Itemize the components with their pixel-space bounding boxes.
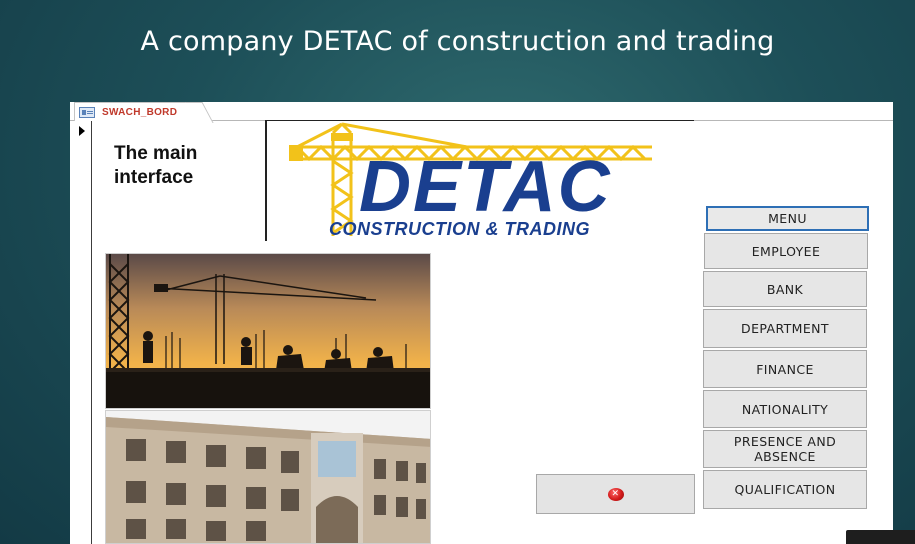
close-circle-icon: ✕: [607, 487, 624, 501]
current-record-arrow-icon: [79, 126, 85, 136]
bank-button[interactable]: BANK: [703, 271, 867, 307]
menu-button[interactable]: MENU: [706, 206, 869, 231]
page-heading: The main interface: [114, 143, 198, 188]
document-tab-strip: SWACH_BORD: [70, 102, 893, 121]
exit-button[interactable]: ✕: [536, 474, 695, 514]
construction-site-photo: [105, 253, 431, 409]
office-building-photo: [105, 410, 431, 544]
nationality-button[interactable]: NATIONALITY: [703, 390, 867, 428]
presence-and-absence-button[interactable]: PRESENCE AND ABSENCE: [703, 430, 867, 468]
document-tab-label: SWACH_BORD: [102, 106, 178, 118]
employee-button[interactable]: EMPLOYEE: [704, 233, 868, 269]
form-icon: [79, 106, 95, 118]
slide-corner-decoration: [846, 530, 915, 544]
logo-tagline-text: CONSTRUCTION & TRADING: [329, 219, 590, 239]
department-button[interactable]: DEPARTMENT: [703, 309, 867, 348]
logo-brand-text: DETAC: [359, 147, 612, 227]
company-logo: DETAC CONSTRUCTION & TRADING: [265, 120, 694, 241]
document-tab-swach-bord[interactable]: SWACH_BORD: [74, 102, 200, 121]
form-window: SWACH_BORD The main interface DETAC CONS…: [70, 102, 893, 544]
finance-button[interactable]: FINANCE: [703, 350, 867, 388]
qualification-button[interactable]: QUALIFICATION: [703, 470, 867, 509]
slide-title: A company DETAC of construction and trad…: [140, 26, 775, 57]
record-selector[interactable]: [70, 121, 92, 544]
